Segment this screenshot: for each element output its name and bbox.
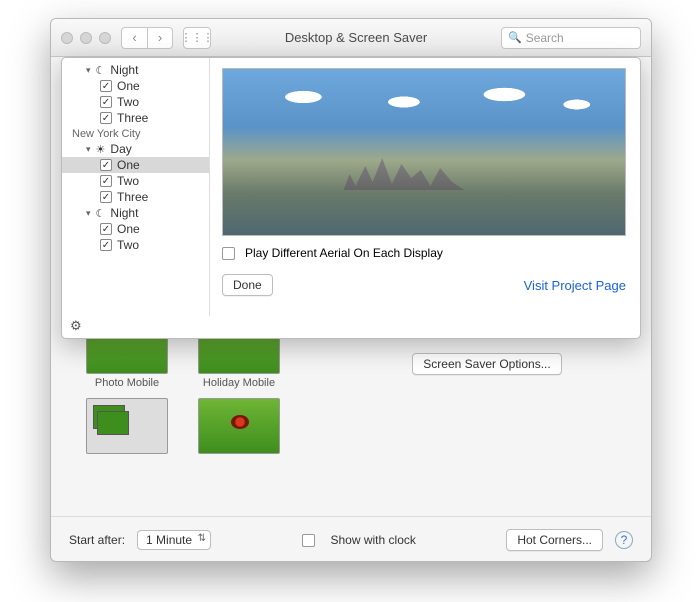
preview-image xyxy=(222,68,626,236)
tree-item[interactable]: ✓ One xyxy=(62,221,209,237)
tree-item-checkbox[interactable]: ✓ xyxy=(100,175,112,187)
tree-item-checkbox[interactable]: ✓ xyxy=(100,96,112,108)
location-tree[interactable]: ▾☾Night✓One✓Two✓ThreeNew York City▾☀Day✓… xyxy=(62,58,210,316)
back-button[interactable]: ‹ xyxy=(121,27,147,49)
thumb-label: Photo Mobile xyxy=(83,377,171,389)
play-different-row: Play Different Aerial On Each Display xyxy=(222,246,626,260)
moon-icon: ☾ xyxy=(96,207,106,220)
nav-buttons: ‹ › xyxy=(121,27,173,49)
sun-icon: ☀ xyxy=(96,143,106,156)
tree-item[interactable]: ✓ Three xyxy=(62,189,209,205)
tree-item[interactable]: ✓ Two xyxy=(62,237,209,253)
skyline-decoration xyxy=(344,150,465,190)
tree-group[interactable]: ▾ ☾ Night xyxy=(62,62,209,78)
clouds-decoration xyxy=(223,77,625,127)
thumb-label: Holiday Mobile xyxy=(195,377,283,389)
hot-corners-button[interactable]: Hot Corners... xyxy=(506,529,603,551)
bottom-controls: Start after: 1 Minute Show with clock Ho… xyxy=(51,516,651,551)
start-after-label: Start after: xyxy=(69,533,125,547)
moon-icon: ☾ xyxy=(96,64,106,77)
search-placeholder: Search xyxy=(526,31,564,45)
disclosure-icon[interactable]: ▾ xyxy=(86,208,91,219)
tree-item-checkbox[interactable]: ✓ xyxy=(100,112,112,124)
traffic-lights xyxy=(61,32,111,44)
tree-item-label: Two xyxy=(117,238,139,252)
done-button[interactable]: Done xyxy=(222,274,273,296)
prefs-window: ‹ › ⋮⋮⋮ Desktop & Screen Saver 🔍 Search … xyxy=(50,18,652,562)
close-icon[interactable] xyxy=(61,32,73,44)
tree-item-label: Two xyxy=(117,174,139,188)
tree-item-label: Three xyxy=(117,111,148,125)
screensaver-options-button[interactable]: Screen Saver Options... xyxy=(412,353,561,375)
forward-button[interactable]: › xyxy=(147,27,173,49)
disclosure-icon[interactable]: ▾ xyxy=(86,144,91,155)
tree-item[interactable]: ✓ One xyxy=(62,78,209,94)
tree-item-checkbox[interactable]: ✓ xyxy=(100,159,112,171)
tree-item-checkbox[interactable]: ✓ xyxy=(100,223,112,235)
thumb-holiday-mobile[interactable] xyxy=(195,393,283,457)
tree-group-label: Night xyxy=(110,63,138,77)
play-different-checkbox[interactable] xyxy=(222,247,235,260)
tree-item-checkbox[interactable]: ✓ xyxy=(100,239,112,251)
show-clock-checkbox[interactable] xyxy=(302,534,315,547)
tree-item-label: One xyxy=(117,222,140,236)
zoom-icon[interactable] xyxy=(99,32,111,44)
tree-item[interactable]: ✓ Three xyxy=(62,110,209,126)
minimize-icon[interactable] xyxy=(80,32,92,44)
titlebar: ‹ › ⋮⋮⋮ Desktop & Screen Saver 🔍 Search xyxy=(51,19,651,57)
tree-item[interactable]: ✓ Two xyxy=(62,94,209,110)
thumb-image xyxy=(86,398,168,454)
tree-section: New York City xyxy=(62,127,209,141)
tree-group-label: Night xyxy=(110,206,138,220)
tree-item-label: Two xyxy=(117,95,139,109)
options-area: Screen Saver Options... xyxy=(337,353,637,375)
tree-item-label: Three xyxy=(117,190,148,204)
help-button[interactable]: ? xyxy=(615,531,633,549)
tree-item-checkbox[interactable]: ✓ xyxy=(100,191,112,203)
tree-item[interactable]: ✓ Two xyxy=(62,173,209,189)
tree-item-label: One xyxy=(117,158,140,172)
search-input[interactable]: 🔍 Search xyxy=(501,27,641,49)
thumb-image xyxy=(198,398,280,454)
preview-area: Play Different Aerial On Each Display Do… xyxy=(222,68,626,296)
window-body: Shifting Tiles Photo Mobile Sliding Pane… xyxy=(51,57,651,561)
tree-group[interactable]: ▾ ☾ Night xyxy=(62,205,209,221)
show-clock-label: Show with clock xyxy=(331,533,416,547)
tree-item-checkbox[interactable]: ✓ xyxy=(100,80,112,92)
done-bar: Done Visit Project Page xyxy=(222,274,626,296)
gear-icon[interactable]: ⚙ xyxy=(70,318,82,334)
show-all-button[interactable]: ⋮⋮⋮ xyxy=(183,27,211,49)
tree-group-label: Day xyxy=(110,142,131,156)
window-title: Desktop & Screen Saver xyxy=(221,30,491,45)
disclosure-icon[interactable]: ▾ xyxy=(86,65,91,76)
aerial-popover: ▾☾Night✓One✓Two✓ThreeNew York City▾☀Day✓… xyxy=(61,57,641,339)
thumb-photo-mobile[interactable] xyxy=(83,393,171,457)
tree-item[interactable]: ✓ One xyxy=(62,157,209,173)
start-after-select[interactable]: 1 Minute xyxy=(137,530,211,550)
play-different-label: Play Different Aerial On Each Display xyxy=(245,246,443,260)
tree-item-label: One xyxy=(117,79,140,93)
search-icon: 🔍 xyxy=(508,31,522,44)
tree-group[interactable]: ▾ ☀ Day xyxy=(62,141,209,157)
visit-project-link[interactable]: Visit Project Page xyxy=(524,278,626,293)
thumb-row-2 xyxy=(65,393,637,457)
screensaver-grid-area: Shifting Tiles Photo Mobile Sliding Pane… xyxy=(51,301,651,561)
